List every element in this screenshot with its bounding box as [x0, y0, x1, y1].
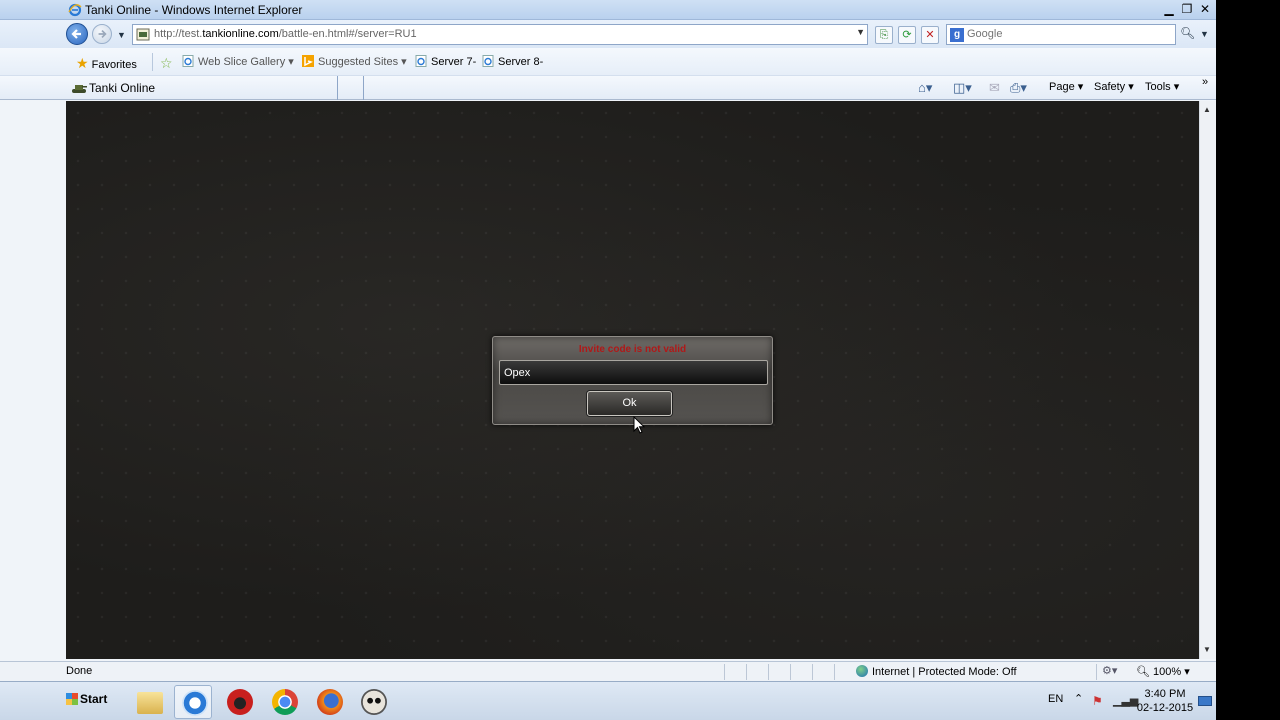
skull-app-taskbar-button[interactable] [354, 685, 392, 719]
tab-label: Tanki Online [89, 81, 156, 95]
tank-icon [72, 85, 87, 93]
network-icon[interactable]: ▁▃▅ [1113, 694, 1138, 707]
close-button[interactable]: ✕ [1196, 1, 1214, 17]
clock[interactable]: 3:40 PM 02-12-2015 [1136, 687, 1194, 715]
error-message: Invite code is not valid [578, 344, 687, 355]
minimize-button[interactable]: ▁ [1160, 1, 1178, 17]
add-to-favorites-bar-icon[interactable]: ☆ [160, 55, 173, 72]
chrome-taskbar-button[interactable] [265, 685, 303, 719]
ie-page-icon [482, 55, 494, 67]
firefox-taskbar-button[interactable] [310, 685, 348, 719]
url-text[interactable]: http://test.tankionline.com/battle-en.ht… [154, 28, 417, 40]
search-input[interactable] [967, 28, 1147, 40]
show-desktop-button[interactable] [1198, 696, 1212, 706]
status-bar: Done Internet | Protected Mode: Off ⚙▾ 🔍… [0, 661, 1216, 681]
separator [152, 53, 153, 71]
back-button[interactable] [66, 23, 88, 45]
windows-logo-icon [66, 693, 78, 705]
safety-menu[interactable]: Safety ▾ [1094, 80, 1134, 93]
skull-icon [361, 689, 387, 715]
bing-icon [302, 55, 314, 67]
back-arrow-icon [71, 29, 81, 39]
angry-bird-icon [227, 689, 253, 715]
google-icon: g [950, 28, 964, 42]
taskbar: Start EN ⌃ ⚑ ▁▃▅ 3:40 PM 02-12-2015 [0, 681, 1216, 720]
clock-date: 02-12-2015 [1136, 702, 1194, 714]
tools-menu[interactable]: Tools ▾ [1145, 80, 1179, 93]
address-dropdown-icon[interactable]: ▼ [856, 27, 865, 37]
vertical-scrollbar[interactable]: ▲ ▼ [1199, 101, 1216, 659]
suggested-sites-link[interactable]: Suggested Sites ▾ [302, 55, 407, 68]
page-icon [136, 28, 150, 41]
invite-code-dialog: Invite code is not valid Ok [492, 336, 773, 425]
separator [812, 664, 813, 680]
globe-icon [856, 665, 868, 677]
action-center-flag-icon[interactable]: ⚑ [1092, 694, 1103, 708]
start-button[interactable]: Start [66, 692, 107, 706]
show-hidden-icons-icon[interactable]: ⌃ [1074, 692, 1083, 705]
language-indicator[interactable]: EN [1048, 693, 1063, 705]
star-icon: ★ [76, 55, 89, 71]
zoom-level[interactable]: 🔍︎ 100% ▾ [1136, 665, 1190, 678]
popup-blocker-icon[interactable]: ⚙▾ [1102, 664, 1117, 677]
server-7-link[interactable]: Server 7- [415, 55, 476, 68]
separator [768, 664, 769, 680]
more-commands-chevron-icon[interactable]: » [1202, 76, 1208, 88]
firefox-icon [317, 689, 343, 715]
ie-icon [182, 690, 208, 716]
ie-taskbar-button[interactable] [174, 685, 212, 719]
security-zone[interactable]: Internet | Protected Mode: Off [856, 665, 1017, 678]
window-title: Tanki Online - Windows Internet Explorer [85, 3, 303, 17]
invite-code-input[interactable] [499, 360, 768, 385]
read-mail-icon[interactable]: ✉ [989, 80, 1000, 96]
compatibility-view-icon[interactable]: ⎘ [875, 26, 893, 44]
tab-tanki-online[interactable]: Tanki Online [66, 76, 338, 100]
separator [746, 664, 747, 680]
page-menu[interactable]: Page ▾ [1049, 80, 1083, 93]
scroll-up-icon[interactable]: ▲ [1203, 105, 1211, 114]
search-box[interactable]: g [946, 24, 1176, 45]
mouse-cursor-icon [633, 416, 645, 434]
title-bar: Tanki Online - Windows Internet Explorer… [0, 0, 1216, 20]
status-text: Done [66, 665, 93, 677]
scroll-down-icon[interactable]: ▼ [1203, 645, 1211, 654]
command-bar: Tanki Online ⌂▾ ◫▾ ✉ ⎙▾ Page ▾ Safety ▾ … [0, 76, 1216, 100]
ie-page-icon [182, 55, 194, 67]
search-magnifier-icon[interactable]: 🔍︎ [1180, 26, 1195, 40]
feeds-icon[interactable]: ◫▾ [953, 80, 972, 96]
separator [724, 664, 725, 680]
search-options-dropdown-icon[interactable]: ▼ [1200, 29, 1209, 39]
ie-page-icon [415, 55, 427, 67]
folder-icon [137, 692, 163, 714]
clock-time: 3:40 PM [1144, 688, 1186, 700]
forward-arrow-icon [98, 29, 107, 39]
server-8-link[interactable]: Server 8- [482, 55, 543, 68]
explorer-taskbar-button[interactable] [130, 685, 168, 719]
ie-logo-icon [68, 3, 82, 17]
separator [790, 664, 791, 680]
print-icon[interactable]: ⎙▾ [1010, 80, 1027, 96]
stop-icon[interactable]: ✕ [921, 26, 939, 44]
ok-button[interactable]: Ok [587, 391, 672, 416]
navigation-bar: ▼ http://test.tankionline.com/battle-en.… [0, 20, 1216, 48]
chrome-icon [272, 689, 298, 715]
recent-pages-dropdown-icon[interactable]: ▼ [117, 30, 126, 40]
maximize-button[interactable]: ❐ [1178, 1, 1196, 17]
frame-border [1216, 0, 1280, 720]
app-taskbar-button[interactable] [220, 685, 258, 719]
forward-button[interactable] [92, 24, 112, 44]
separator [834, 664, 835, 680]
favorites-bar: ★ Favorites ☆ Web Slice Gallery ▾ Sugges… [0, 48, 1216, 76]
browser-window: Tanki Online - Windows Internet Explorer… [0, 0, 1216, 720]
separator [1096, 664, 1097, 680]
refresh-icon[interactable]: ⟳ [898, 26, 916, 44]
address-bar[interactable]: http://test.tankionline.com/battle-en.ht… [132, 24, 868, 45]
web-slice-gallery-link[interactable]: Web Slice Gallery ▾ [182, 55, 294, 68]
favorites-button[interactable]: ★ Favorites [76, 55, 137, 72]
home-icon[interactable]: ⌂▾ [918, 80, 932, 96]
new-tab-button[interactable] [338, 76, 364, 100]
